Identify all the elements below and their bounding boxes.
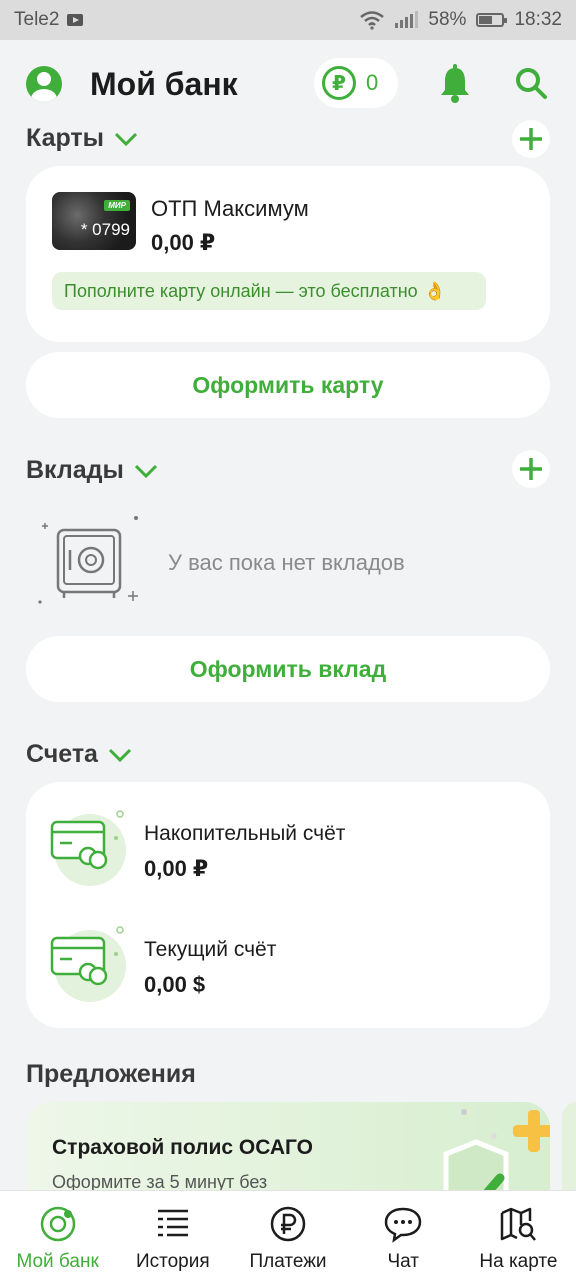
payment-system-logo: МИР xyxy=(104,200,130,211)
chevron-down-icon xyxy=(114,132,138,146)
account-name: Текущий счёт xyxy=(144,938,277,961)
home-rings-icon xyxy=(40,1206,75,1242)
deposits-section-title: Вклады xyxy=(26,456,124,484)
no-deposits-message: У вас пока нет вкладов xyxy=(168,550,405,575)
offer-title: Страховой полис ОСАГО xyxy=(52,1136,314,1159)
card-balance: 0,00 ₽ xyxy=(151,230,216,255)
accounts-section-title: Счета xyxy=(26,740,98,768)
plus-icon xyxy=(520,458,542,480)
card-name: ОТП Максимум xyxy=(151,196,309,221)
notifications-bell-icon[interactable] xyxy=(438,64,472,104)
play-notification-icon xyxy=(67,14,84,26)
card-thumbnail: МИР * 0799 xyxy=(52,192,136,250)
wifi-icon xyxy=(360,11,385,30)
account-balance: 0,00 $ xyxy=(144,972,206,997)
bank-card-tile[interactable]: МИР * 0799 ОТП Максимум 0,00 ₽ Пополните… xyxy=(26,166,550,342)
nav-label: Платежи xyxy=(249,1251,327,1272)
chevron-down-icon xyxy=(134,464,157,478)
search-icon[interactable] xyxy=(514,66,548,100)
nav-label: История xyxy=(135,1251,210,1272)
nav-label: На карте xyxy=(479,1251,558,1272)
account-balance: 0,00 ₽ xyxy=(144,856,209,881)
clock: 18:32 xyxy=(514,9,562,30)
nav-payments[interactable]: Платежи xyxy=(230,1191,345,1280)
battery-icon xyxy=(476,13,508,27)
bonus-count: 0 xyxy=(366,70,379,95)
add-card-button[interactable] xyxy=(512,120,550,158)
history-list-icon xyxy=(157,1209,188,1237)
bonus-balance-button[interactable]: ₽ 0 xyxy=(314,58,398,108)
map-search-icon xyxy=(501,1207,537,1241)
current-account-icon xyxy=(50,926,126,1002)
plus-icon xyxy=(520,128,542,150)
account-row[interactable]: Текущий счёт 0,00 $ xyxy=(26,926,506,1016)
chat-icon xyxy=(384,1207,422,1243)
nav-my-bank[interactable]: Мой банк xyxy=(0,1191,115,1280)
account-name: Накопительный счёт xyxy=(144,822,346,845)
page-title: Мой банк xyxy=(90,66,238,102)
nav-label: Мой банк xyxy=(16,1251,99,1272)
battery-percent: 58% xyxy=(428,9,467,30)
nav-chat[interactable]: Чат xyxy=(346,1191,461,1280)
ok-hand-icon: 👌 xyxy=(423,280,447,301)
top-up-promo-banner[interactable]: Пополните карту онлайн — это бесплатно 👌 xyxy=(52,272,486,310)
bottom-navigation: Мой банк История Платежи Чат На карте xyxy=(0,1190,576,1280)
status-bar: Tele2 58% 18:32 xyxy=(0,0,576,40)
ruble-icon xyxy=(270,1206,306,1242)
account-row[interactable]: Накопительный счёт 0,00 ₽ xyxy=(26,810,506,900)
promo-text: Пополните карту онлайн — это бесплатно xyxy=(64,280,418,301)
signal-icon xyxy=(395,11,419,28)
deposits-section-header[interactable]: Вклады xyxy=(26,456,158,485)
safe-icon xyxy=(38,516,138,604)
ruble-icon: ₽ xyxy=(322,66,356,100)
offers-section-title: Предложения xyxy=(26,1060,196,1088)
order-deposit-button[interactable]: Оформить вклад xyxy=(26,636,550,702)
nav-map[interactable]: На карте xyxy=(461,1191,576,1280)
cards-section-title: Карты xyxy=(26,124,105,152)
order-card-button[interactable]: Оформить карту xyxy=(26,352,550,418)
add-deposit-button[interactable] xyxy=(512,450,550,488)
nav-label: Чат xyxy=(387,1251,419,1272)
savings-account-icon xyxy=(50,810,126,886)
accounts-section-header[interactable]: Счета xyxy=(26,740,132,769)
nav-history[interactable]: История xyxy=(115,1191,230,1280)
carrier-name: Tele2 xyxy=(14,9,60,30)
chevron-down-icon xyxy=(108,748,132,762)
card-number: * 0799 xyxy=(80,220,130,239)
cards-section-header[interactable]: Карты xyxy=(26,124,138,153)
top-bar: Мой банк ₽ 0 xyxy=(0,40,576,128)
profile-avatar[interactable] xyxy=(26,66,62,102)
